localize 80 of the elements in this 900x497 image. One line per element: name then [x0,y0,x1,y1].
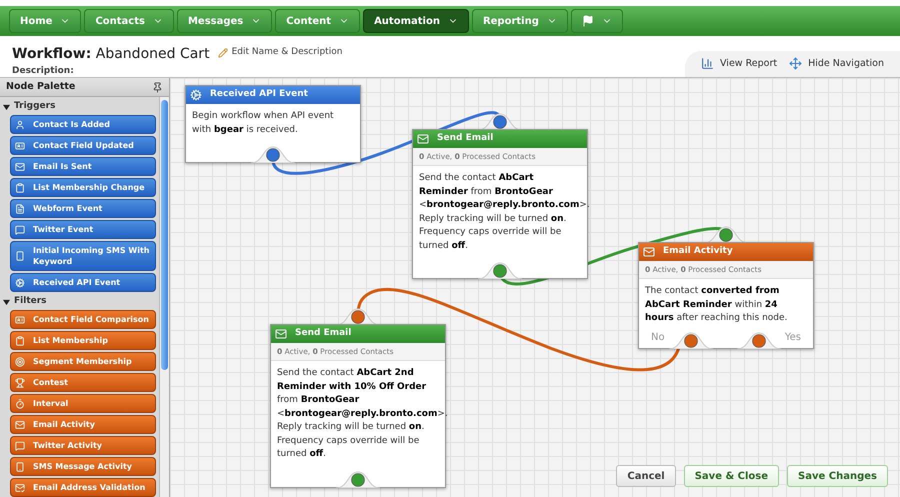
palette-node[interactable]: Webform Event [10,199,156,218]
action-button[interactable]: Save Changes [787,465,888,487]
output-port-icon[interactable] [251,145,295,163]
header-link[interactable]: Hide Navigation [789,56,884,71]
message-icon [15,440,25,450]
node-description: Send the contact AbCart 2nd Reminder with 10% Off Order from BrontoGear <brontogear@reply.bronto.com>. Reply tracking will be turned on. Frequency caps override will be turned off. [276,367,445,462]
nav-tab[interactable]: Content [275,9,360,33]
palette-node[interactable]: Contact Field Updated [10,136,156,155]
palette-node[interactable]: Twitter Event [10,220,156,239]
clipboard-icon [15,182,25,192]
palette-node[interactable]: List Membership [10,331,156,350]
nav-tab[interactable]: Messages [176,9,272,33]
palette-node[interactable]: Contest [10,373,156,392]
phone-icon [15,462,25,472]
palette-node[interactable]: Interval [10,394,156,413]
node-title: Received API Event [210,88,308,102]
pencil-icon [218,48,228,58]
edit-link[interactable]: Edit Name & Description [218,46,342,60]
disclosure-icon[interactable] [3,298,10,306]
node-description: Begin workflow when API event with bgear is received. [191,110,335,136]
palette-node[interactable]: Email Activity [10,415,156,434]
nav-tab[interactable]: Home [9,9,82,33]
palette-node[interactable]: Twitter Activity [10,436,156,455]
header-link[interactable]: View Report [701,56,778,71]
user-icon [15,120,25,130]
section-title: Filters [14,295,47,308]
palette-node[interactable]: Email Is Sent [10,157,156,176]
mail-icon [15,162,25,172]
node-title: Email Activity [663,245,733,258]
disclosure-icon[interactable] [3,104,10,110]
page-title: Workflow: Abandoned Cart [12,45,210,64]
palette-node[interactable]: Initial Incoming SMS With Keyword [10,241,156,271]
section-title: Triggers [14,100,56,114]
port-label: Yes [784,330,801,345]
description-label: Description: [12,65,75,78]
palette-node[interactable]: Contact Field Comparison [10,310,156,329]
mail-icon [417,133,429,145]
id-card-icon [15,140,25,150]
mail-check-icon [15,482,25,492]
palette-node[interactable]: Email Address Validation [10,478,156,497]
output-port-icon[interactable] [736,330,781,349]
mail-icon [275,328,287,340]
mail-icon [643,246,655,258]
clipboard-icon [15,336,25,346]
id-card-icon [15,314,25,324]
palette-node[interactable]: SMS Message Activity [10,457,156,476]
nav-tab[interactable]: Automation [363,9,469,33]
flag-menu-button[interactable] [570,9,623,33]
gear-icon [15,278,25,288]
port-label: No [651,330,665,345]
document-icon [15,204,25,214]
palette-node[interactable]: Segment Membership [10,352,156,371]
output-port-icon[interactable] [336,470,380,488]
palette-title: Node Palette [6,80,76,94]
pin-icon[interactable] [152,82,163,92]
node-title: Send Email [295,327,352,340]
action-button[interactable]: Save & Close [684,465,780,487]
palette-node[interactable]: List Membership Change [10,178,156,197]
nav-tab[interactable]: Contacts [84,9,174,33]
target-icon [15,356,25,366]
flag-icon [582,15,594,27]
phone-icon [15,251,25,261]
gear-icon [190,89,202,101]
output-port-icon[interactable] [478,261,522,280]
action-button[interactable]: Cancel [616,465,676,487]
workflow-node[interactable] [270,324,446,488]
chart-icon [701,57,714,70]
palette-node[interactable]: Contact Is Added [10,115,156,134]
node-description: Send the contact AbCart Reminder from BrontoGear <brontogear@reply.bronto.com>. Reply tracking will be turned on. Frequency caps override will be turned off. [418,172,587,253]
message-icon [15,224,25,234]
node-description: The contact converted from AbCart Reminder within 24 hours after reaching this node. [644,285,788,326]
palette-node[interactable]: Received API Event [10,273,156,292]
timer-icon [15,398,25,408]
move-icon [789,57,802,70]
mail-icon [15,420,25,430]
nav-tab[interactable]: Reporting [472,9,568,33]
output-port-icon[interactable] [668,330,713,349]
node-title: Send Email [437,132,494,146]
workflow-node[interactable]: Received API Event Begin workflow when API event with bgear is received. [185,85,361,163]
trophy-icon [15,378,25,388]
